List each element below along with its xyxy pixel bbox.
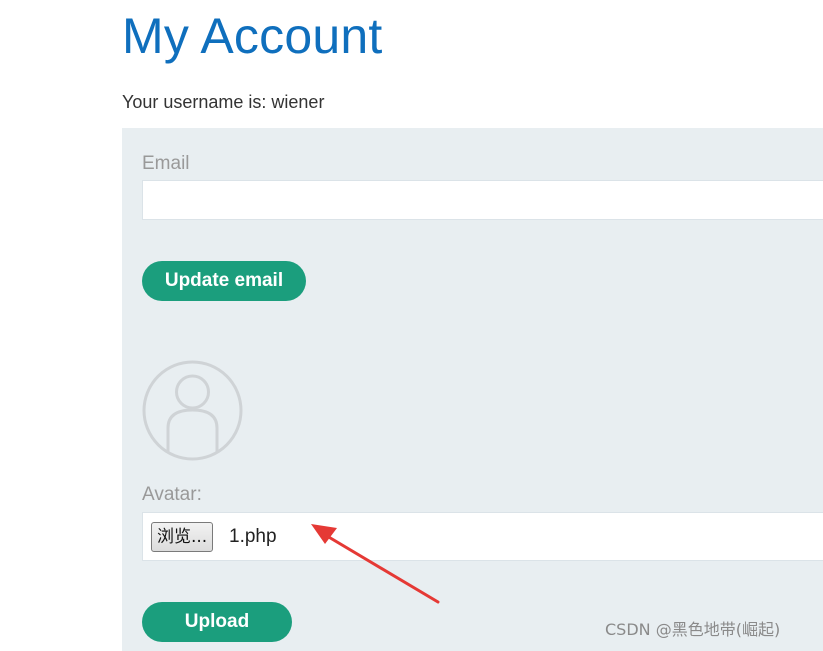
update-email-button[interactable]: Update email bbox=[142, 261, 306, 301]
avatar-file-input[interactable]: 浏览... 1.php bbox=[142, 512, 823, 561]
browse-button[interactable]: 浏览... bbox=[151, 522, 214, 552]
account-panel: Email Update email Avatar: 浏览... 1.php U… bbox=[122, 128, 823, 651]
username-text: Your username is: wiener bbox=[122, 92, 325, 112]
upload-button[interactable]: Upload bbox=[142, 602, 292, 642]
avatar-label: Avatar: bbox=[142, 484, 202, 505]
email-label: Email bbox=[142, 153, 190, 174]
email-field[interactable] bbox=[142, 180, 823, 220]
page-title: My Account bbox=[122, 8, 383, 64]
red-arrow-icon bbox=[311, 524, 440, 604]
selected-file-name: 1.php bbox=[229, 526, 277, 547]
watermark-text: CSDN @黑色地带(崛起) bbox=[605, 620, 781, 639]
user-silhouette-icon bbox=[142, 360, 243, 461]
